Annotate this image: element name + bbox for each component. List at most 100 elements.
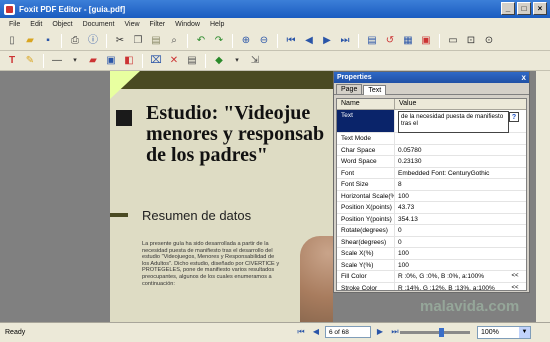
undo-icon[interactable]: ↶ [193, 33, 209, 49]
menu-file[interactable]: File [4, 21, 25, 28]
pen-tool-icon[interactable]: ✎ [22, 53, 38, 69]
open-folder-icon[interactable]: ▰ [22, 33, 38, 49]
menu-edit[interactable]: Edit [25, 21, 47, 28]
property-value[interactable]: 0 [395, 225, 505, 236]
property-expand-button[interactable] [505, 237, 525, 248]
target-icon[interactable]: ⊙ [481, 33, 497, 49]
property-row[interactable]: Font Embedded Font: CenturyGothic [337, 167, 526, 179]
heading-line-1[interactable]: Estudio: "Videojue [146, 103, 333, 124]
previous-page-button[interactable]: ◀ [310, 326, 322, 338]
text-value-field[interactable]: de la necesidad puesta de manifiesto tra… [398, 111, 509, 133]
property-expand-button[interactable] [505, 156, 525, 167]
color-dropdown-icon[interactable]: ▾ [229, 53, 245, 69]
property-row[interactable]: Fill Color R :0%, G :0%, B :0%, a:100% << [337, 271, 526, 283]
zoom-select[interactable]: 100% ▼ [477, 326, 531, 339]
property-row[interactable]: Scale Y(%) 100 [337, 259, 526, 271]
cut-icon[interactable]: ✂ [112, 33, 128, 49]
image-tool-icon[interactable]: ▣ [103, 53, 119, 69]
property-expand-button[interactable] [505, 168, 525, 179]
shading-tool-icon[interactable]: ◧ [121, 53, 137, 69]
property-expand-button[interactable] [505, 179, 525, 190]
property-value[interactable]: 354.13 [395, 214, 505, 225]
close-window-button[interactable]: × [533, 2, 547, 15]
redo-icon[interactable]: ↷ [211, 33, 227, 49]
color-tool-icon[interactable]: ◆ [211, 53, 227, 69]
property-expand-button[interactable]: << [505, 271, 525, 282]
property-expand-button[interactable] [505, 248, 525, 259]
next-page-icon[interactable]: ▶ [319, 33, 335, 49]
shape-tool-icon[interactable]: ▰ [85, 53, 101, 69]
previous-page-icon[interactable]: ◀ [301, 33, 317, 49]
property-row[interactable]: Stroke Color R :14%, G :12%, B :13%, a:10… [337, 282, 526, 291]
line-dropdown-icon[interactable]: ▾ [67, 53, 83, 69]
find-icon[interactable]: ⌕ [166, 33, 182, 49]
zoom-out-icon[interactable]: ⊖ [256, 33, 272, 49]
delete-object-icon[interactable]: ✕ [166, 53, 182, 69]
property-expand-button[interactable] [505, 145, 525, 156]
property-row[interactable]: Rotate(degrees) 0 [337, 225, 526, 237]
insert-page-icon[interactable]: ▤ [364, 33, 380, 49]
property-row[interactable]: Font Size 8 [337, 179, 526, 191]
tab-text[interactable]: Text [363, 85, 387, 95]
properties-icon[interactable]: ▤ [184, 53, 200, 69]
first-page-icon[interactable]: ⏮ [283, 33, 299, 49]
vertical-scrollbar[interactable] [536, 71, 550, 322]
property-value[interactable]: 8 [395, 179, 505, 190]
property-row[interactable]: Word Space 0.23130 [337, 156, 526, 168]
property-expand-button[interactable] [505, 260, 525, 271]
new-document-icon[interactable]: ▯ [4, 33, 20, 49]
page-number-field[interactable]: 6 of 68 [325, 326, 371, 338]
property-row[interactable]: Text Mode [337, 133, 526, 145]
paste-icon[interactable]: ▤ [148, 33, 164, 49]
edit-object-icon[interactable]: ⌧ [148, 53, 164, 69]
property-value[interactable]: Embedded Font: CenturyGothic [395, 168, 505, 179]
menu-view[interactable]: View [119, 21, 144, 28]
document-heading[interactable]: Estudio: "Videojue menores y responsab d… [146, 103, 333, 166]
property-value[interactable]: R :0%, G :0%, B :0%, a:100% [395, 271, 505, 282]
heading-line-2[interactable]: menores y responsab [146, 124, 333, 145]
menu-filter[interactable]: Filter [145, 21, 171, 28]
zoom-slider[interactable] [400, 328, 470, 337]
property-value[interactable]: 0 [395, 237, 505, 248]
chevron-down-icon[interactable]: ▼ [519, 327, 530, 338]
minimize-button[interactable]: _ [501, 2, 515, 15]
menu-object[interactable]: Object [47, 21, 77, 28]
property-value[interactable]: R :14%, G :12%, B :13%, a:100% [395, 283, 505, 291]
property-value[interactable]: 0.05780 [395, 145, 505, 156]
help-icon[interactable]: ? [509, 112, 519, 122]
next-page-button[interactable]: ▶ [374, 326, 386, 338]
print-icon[interactable]: ⎙ [67, 33, 83, 49]
heading-line-3[interactable]: de los padres" [146, 145, 333, 166]
tab-page[interactable]: Page [336, 84, 363, 94]
zoom-in-icon[interactable]: ⊕ [238, 33, 254, 49]
property-expand-button[interactable] [505, 133, 525, 144]
property-value[interactable] [395, 133, 505, 144]
property-value[interactable]: 100 [395, 191, 505, 202]
fit-width-icon[interactable]: ▭ [445, 33, 461, 49]
menu-window[interactable]: Window [170, 21, 205, 28]
maximize-button[interactable]: □ [517, 2, 531, 15]
last-page-icon[interactable]: ⏭ [337, 33, 353, 49]
close-properties-icon[interactable]: x [522, 72, 526, 83]
zoom-slider-thumb[interactable] [439, 328, 444, 337]
menu-document[interactable]: Document [78, 21, 120, 28]
property-expand-button[interactable] [505, 214, 525, 225]
property-row[interactable]: Scale X(%) 100 [337, 248, 526, 260]
rotate-page-icon[interactable]: ↺ [382, 33, 398, 49]
info-icon[interactable]: ⓘ [85, 33, 101, 49]
menu-help[interactable]: Help [205, 21, 229, 28]
property-expand-button[interactable] [505, 225, 525, 236]
extract-page-icon[interactable]: ▦ [400, 33, 416, 49]
first-page-button[interactable]: ⏮ [295, 326, 307, 338]
copy-icon[interactable]: ❐ [130, 33, 146, 49]
property-value[interactable]: 100 [395, 248, 505, 259]
document-body-text[interactable]: La presente guía ha sido desarrollada a … [142, 241, 282, 287]
property-expand-button[interactable] [505, 191, 525, 202]
line-tool-icon[interactable]: — [49, 53, 65, 69]
save-icon[interactable]: ▪ [40, 33, 56, 49]
property-value[interactable]: 0.23130 [395, 156, 505, 167]
text-tool-icon[interactable]: T [4, 53, 20, 69]
property-row[interactable]: Shear(degrees) 0 [337, 236, 526, 248]
fit-page-icon[interactable]: ⊡ [463, 33, 479, 49]
property-expand-button[interactable]: << [505, 283, 525, 291]
